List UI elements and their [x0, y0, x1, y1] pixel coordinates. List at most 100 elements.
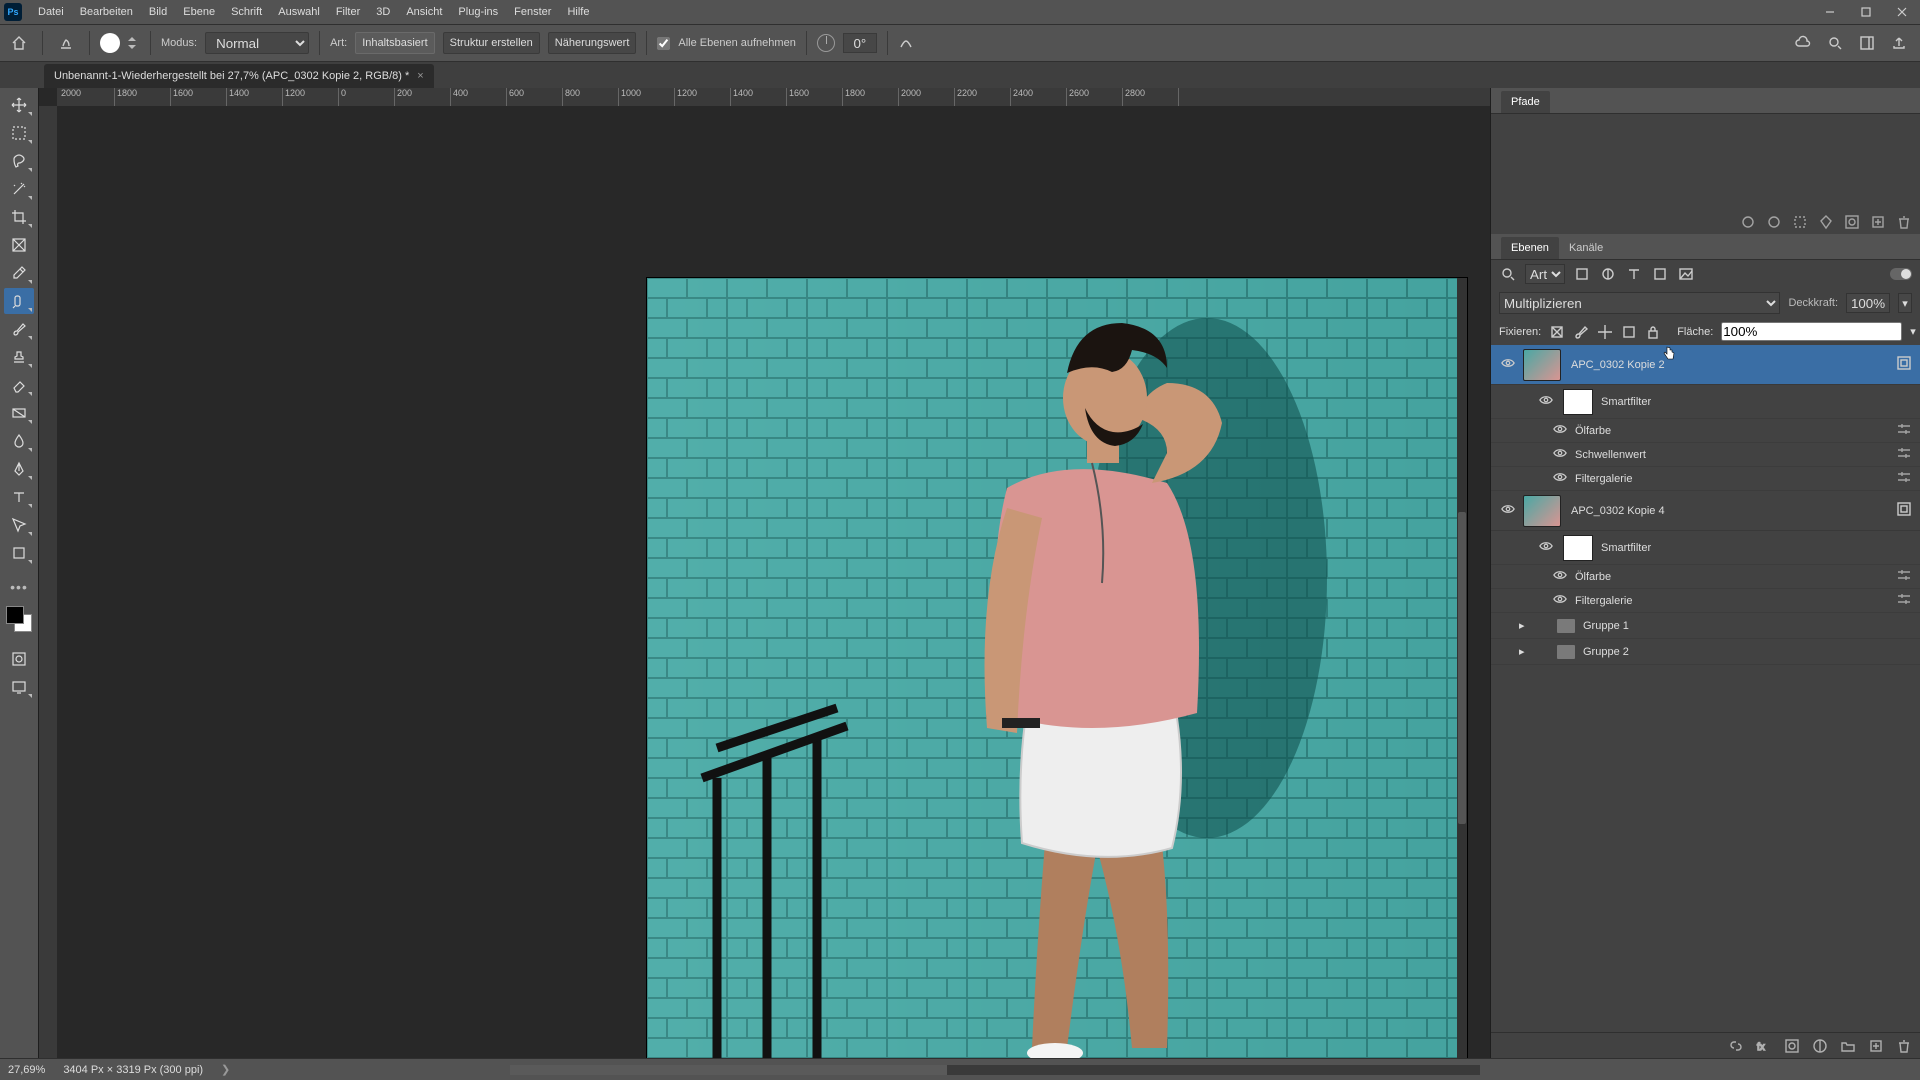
filter-options-icon[interactable] — [1896, 421, 1912, 440]
layer-filter-shape-icon[interactable] — [1651, 265, 1669, 283]
new-group-icon[interactable] — [1840, 1038, 1856, 1054]
window-maximize-button[interactable] — [1848, 0, 1884, 24]
brush-size-stepper[interactable] — [128, 37, 140, 49]
visibility-icon[interactable] — [1551, 422, 1569, 439]
document-canvas[interactable] — [57, 106, 1490, 1058]
layer-filter-select[interactable]: Art — [1525, 264, 1565, 284]
layer-group-row[interactable]: ▸ Gruppe 1 — [1491, 613, 1920, 639]
filter-options-icon[interactable] — [1896, 567, 1912, 586]
move-tool[interactable] — [4, 92, 34, 118]
color-swatches[interactable] — [4, 604, 34, 634]
lock-all-icon[interactable] — [1645, 323, 1661, 341]
stamp-tool[interactable] — [4, 344, 34, 370]
layer-thumbnail[interactable] — [1523, 349, 1561, 381]
window-minimize-button[interactable] — [1812, 0, 1848, 24]
lock-brush-icon[interactable] — [1573, 323, 1589, 341]
menu-fenster[interactable]: Fenster — [506, 0, 559, 24]
window-close-button[interactable] — [1884, 0, 1920, 24]
layer-group-row[interactable]: ▸ Gruppe 2 — [1491, 639, 1920, 665]
more-tools-icon[interactable]: ••• — [4, 578, 34, 596]
pen-tool[interactable] — [4, 456, 34, 482]
share-icon[interactable] — [1890, 34, 1908, 52]
delete-layer-icon[interactable] — [1896, 1038, 1912, 1054]
blend-mode-select[interactable]: Multiplizieren — [1499, 292, 1780, 314]
horizontal-ruler[interactable]: 20001800 16001400 12000 200400 600800 10… — [57, 88, 1490, 106]
layer-row[interactable]: APC_0302 Kopie 2 — [1491, 345, 1920, 385]
path-tool[interactable] — [4, 512, 34, 538]
home-button[interactable] — [6, 30, 32, 56]
type-tool[interactable] — [4, 484, 34, 510]
vertical-ruler[interactable] — [39, 106, 57, 1058]
workspace-icon[interactable] — [1858, 34, 1876, 52]
menu-bearbeiten[interactable]: Bearbeiten — [72, 0, 141, 24]
menu-hilfe[interactable]: Hilfe — [559, 0, 597, 24]
visibility-icon[interactable] — [1537, 539, 1555, 556]
pfade-shape-icon[interactable] — [1818, 214, 1834, 230]
layer-name[interactable]: APC_0302 Kopie 4 — [1571, 505, 1896, 517]
lasso-tool[interactable] — [4, 148, 34, 174]
cloud-icon[interactable] — [1794, 34, 1812, 52]
filter-options-icon[interactable] — [1896, 469, 1912, 488]
smart-object-icon[interactable] — [1896, 355, 1912, 374]
layer-filter-search-icon[interactable] — [1499, 265, 1517, 283]
marquee-tool[interactable] — [4, 120, 34, 146]
layer-filter-type-icon[interactable] — [1625, 265, 1643, 283]
document-tab-close-icon[interactable]: × — [417, 70, 423, 82]
smartfilter-row[interactable]: Smartfilter — [1491, 385, 1920, 419]
layer-fx-icon[interactable]: fx — [1756, 1038, 1772, 1054]
fill-input[interactable] — [1721, 322, 1902, 341]
shape-tool[interactable] — [4, 540, 34, 566]
visibility-icon[interactable] — [1537, 393, 1555, 410]
visibility-icon[interactable] — [1551, 568, 1569, 585]
opacity-dropdown-icon[interactable]: ▾ — [1898, 293, 1912, 313]
filter-row[interactable]: Schwellenwert — [1491, 443, 1920, 467]
opacity-input[interactable] — [1846, 293, 1890, 313]
layer-name[interactable]: APC_0302 Kopie 2 — [1571, 359, 1896, 371]
angle-input[interactable] — [843, 33, 877, 53]
filter-row[interactable]: Ölfarbe — [1491, 565, 1920, 589]
filter-options-icon[interactable] — [1896, 445, 1912, 464]
visibility-icon[interactable] — [1499, 502, 1517, 519]
menu-plugins[interactable]: Plug-ins — [450, 0, 506, 24]
pfade-mask-icon[interactable] — [1844, 214, 1860, 230]
tab-ebenen[interactable]: Ebenen — [1501, 237, 1559, 259]
pfade-trash-icon[interactable] — [1896, 214, 1912, 230]
document-dims[interactable]: 3404 Px × 3319 Px (300 ppi) — [63, 1064, 203, 1076]
menu-3d[interactable]: 3D — [368, 0, 398, 24]
chevron-right-icon[interactable]: ▸ — [1519, 619, 1531, 632]
screenmode-tool[interactable] — [4, 674, 34, 700]
blur-tool[interactable] — [4, 428, 34, 454]
art-struktur-button[interactable]: Struktur erstellen — [443, 32, 540, 54]
adjustment-layer-icon[interactable] — [1812, 1038, 1828, 1054]
tab-pfade[interactable]: Pfade — [1501, 91, 1550, 113]
layer-mask-icon[interactable] — [1784, 1038, 1800, 1054]
pfade-stroke-icon[interactable] — [1766, 214, 1782, 230]
filter-row[interactable]: Ölfarbe — [1491, 419, 1920, 443]
pfade-selection-icon[interactable] — [1792, 214, 1808, 230]
lock-pixels-icon[interactable] — [1549, 323, 1565, 341]
new-layer-icon[interactable] — [1868, 1038, 1884, 1054]
zoom-level[interactable]: 27,69% — [8, 1064, 45, 1076]
link-layers-icon[interactable] — [1728, 1038, 1744, 1054]
menu-ansicht[interactable]: Ansicht — [398, 0, 450, 24]
layer-filter-adj-icon[interactable] — [1599, 265, 1617, 283]
smart-object-icon[interactable] — [1896, 501, 1912, 520]
filter-row[interactable]: Filtergalerie — [1491, 467, 1920, 491]
active-tool-icon[interactable] — [53, 30, 79, 56]
brush-preview-icon[interactable] — [100, 33, 120, 53]
modus-select[interactable]: Normal — [205, 32, 309, 54]
sample-all-layers-checkbox[interactable] — [657, 37, 670, 50]
filter-mask-thumbnail[interactable] — [1563, 535, 1593, 561]
menu-auswahl[interactable]: Auswahl — [270, 0, 328, 24]
canvas-h-scrollbar[interactable] — [510, 1065, 1480, 1075]
pfade-new-icon[interactable] — [1870, 214, 1886, 230]
visibility-icon[interactable] — [1551, 470, 1569, 487]
canvas-v-scrollbar[interactable] — [1457, 278, 1467, 1058]
fill-dropdown-icon[interactable]: ▾ — [1910, 325, 1916, 338]
healing-brush-tool[interactable] — [4, 288, 34, 314]
gradient-tool[interactable] — [4, 400, 34, 426]
art-inhaltsbasiert-button[interactable]: Inhaltsbasiert — [355, 32, 434, 54]
menu-ebene[interactable]: Ebene — [175, 0, 223, 24]
menu-datei[interactable]: Datei — [30, 0, 72, 24]
lock-artboard-icon[interactable] — [1621, 323, 1637, 341]
